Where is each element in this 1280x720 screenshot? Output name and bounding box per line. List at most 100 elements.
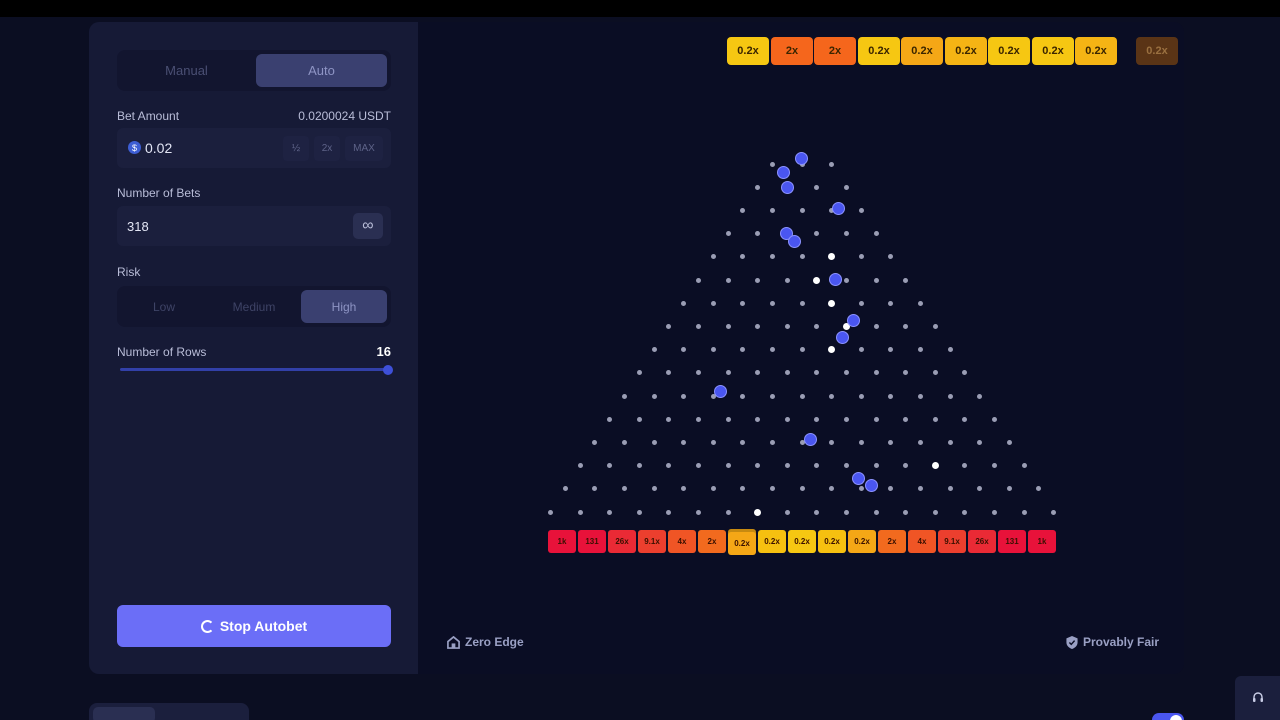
risk-low[interactable]: Low: [121, 290, 207, 323]
spinner-icon: [200, 619, 214, 633]
risk-medium[interactable]: Medium: [211, 290, 297, 323]
history-badge: 0.2x: [1032, 37, 1074, 65]
plinko-ball: [865, 479, 878, 492]
peg: [873, 463, 879, 469]
half-button[interactable]: ½: [283, 136, 309, 161]
peg: [843, 231, 849, 237]
peg: [621, 439, 627, 445]
headset-icon: [1252, 692, 1263, 702]
peg: [829, 439, 835, 445]
tab-all-bets[interactable]: [93, 707, 155, 720]
bet-amount-input[interactable]: 0.02: [145, 140, 172, 156]
home-icon: [447, 635, 460, 649]
peg: [991, 509, 997, 515]
multiplier-bucket: 1k: [1028, 530, 1056, 553]
peg: [666, 509, 672, 515]
tab-auto[interactable]: Auto: [256, 54, 387, 87]
peg: [577, 463, 583, 469]
zero-edge-label: Zero Edge: [465, 635, 524, 649]
history-badge: 2x: [814, 37, 856, 65]
peg: [681, 300, 687, 306]
multiplier-bucket: 4x: [668, 530, 696, 553]
peg: [769, 300, 775, 306]
rows-slider-thumb[interactable]: [383, 365, 393, 375]
peg: [799, 486, 805, 492]
number-of-bets-label: Number of Bets: [117, 186, 201, 200]
peg: [932, 416, 938, 422]
bet-usd-value: 0.0200024 USDT: [298, 109, 391, 123]
peg: [917, 439, 923, 445]
max-button[interactable]: MAX: [345, 136, 383, 161]
peg: [636, 416, 642, 422]
stop-autobet-label: Stop Autobet: [219, 618, 308, 634]
bet-amount-field[interactable]: $ 0.02 ½ 2x MAX: [117, 128, 391, 168]
multiplier-bucket: 9.1x: [938, 530, 966, 553]
live-toggle[interactable]: [1152, 713, 1184, 720]
multiplier-bucket: 131: [998, 530, 1026, 553]
peg: [740, 393, 746, 399]
peg: [873, 370, 879, 376]
peg: [917, 347, 923, 353]
peg: [1051, 509, 1057, 515]
peg: [858, 393, 864, 399]
peg: [947, 439, 953, 445]
peg: [725, 277, 731, 283]
rows-slider-track[interactable]: [120, 368, 388, 371]
history-badge: 0.2x: [901, 37, 943, 65]
double-button[interactable]: 2x: [314, 136, 340, 161]
peg: [947, 347, 953, 353]
multiplier-bucket: 0.2x: [818, 530, 846, 553]
provably-fair[interactable]: Provably Fair: [1066, 635, 1159, 649]
bets-table-tabs: [89, 703, 249, 720]
stop-autobet-button[interactable]: Stop Autobet: [117, 605, 391, 647]
peg: [784, 277, 790, 283]
history-badge: 0.2x: [945, 37, 987, 65]
peg: [858, 347, 864, 353]
plinko-ball: [781, 181, 794, 194]
peg: [784, 463, 790, 469]
peg: [903, 509, 909, 515]
support-button[interactable]: [1235, 676, 1280, 720]
risk-label: Risk: [117, 265, 141, 279]
peg: [962, 509, 968, 515]
peg: [931, 462, 939, 470]
history-badge: 2x: [771, 37, 813, 65]
peg: [977, 439, 983, 445]
peg: [651, 486, 657, 492]
tab-manual[interactable]: Manual: [121, 54, 252, 87]
provably-fair-label: Provably Fair: [1083, 635, 1160, 649]
multiplier-bucket: 9.1x: [638, 530, 666, 553]
risk-high[interactable]: High: [301, 290, 387, 323]
peg: [947, 486, 953, 492]
number-of-bets-input[interactable]: 318: [127, 219, 149, 234]
number-of-rows-label: Number of Rows: [117, 345, 207, 359]
peg: [710, 347, 716, 353]
zero-edge[interactable]: Zero Edge: [447, 635, 524, 649]
history-badge-faded: 0.2x: [1136, 37, 1178, 65]
peg: [725, 463, 731, 469]
peg: [769, 161, 775, 167]
peg: [725, 416, 731, 422]
history-badge: 0.2x: [727, 37, 769, 65]
peg: [991, 416, 997, 422]
peg: [873, 277, 879, 283]
bet-amount-label: Bet Amount: [117, 109, 180, 123]
peg: [710, 439, 716, 445]
peg: [977, 393, 983, 399]
peg: [710, 300, 716, 306]
peg: [799, 300, 805, 306]
peg: [843, 416, 849, 422]
number-of-bets-field[interactable]: 318 ∞: [117, 206, 391, 246]
history-badge: 0.2x: [858, 37, 900, 65]
peg: [799, 393, 805, 399]
history-badge: 0.2x: [1075, 37, 1117, 65]
infinite-bets-button[interactable]: ∞: [353, 213, 383, 239]
peg: [755, 277, 761, 283]
peg: [843, 277, 849, 283]
mode-tabs: Manual Auto: [117, 50, 391, 91]
multiplier-bucket: 2x: [878, 530, 906, 553]
peg: [799, 347, 805, 353]
peg: [607, 509, 613, 515]
plinko-ball: [804, 433, 817, 446]
plinko-ball: [795, 152, 808, 165]
